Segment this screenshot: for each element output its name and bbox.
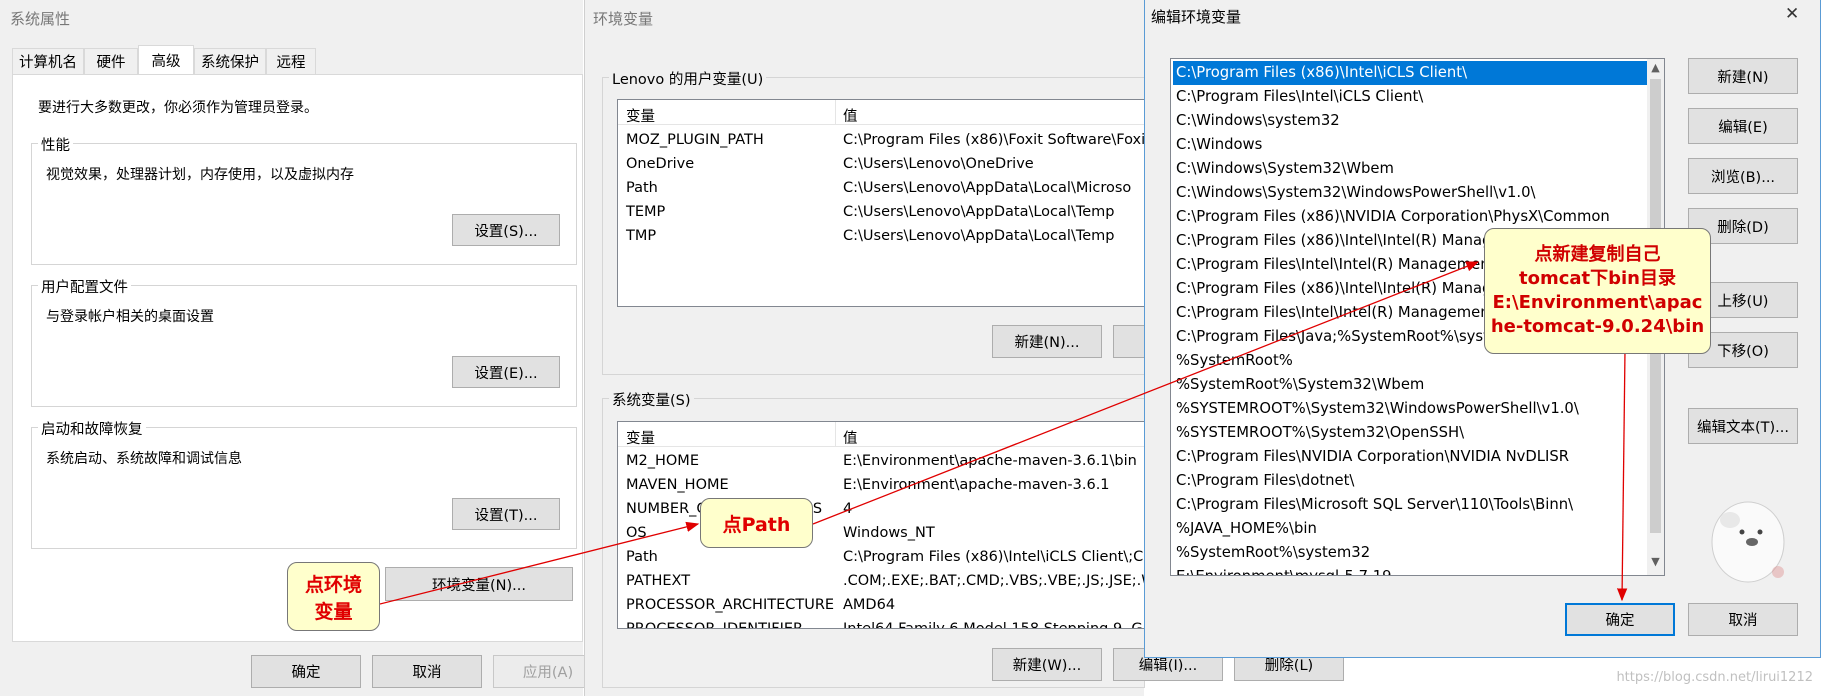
performance-desc: 视觉效果，处理器计划，内存使用，以及虚拟内存 [46,167,354,183]
path-entry[interactable]: %SystemRoot%\system32 [1173,541,1650,565]
user-new-button[interactable]: 新建(N)... [992,325,1102,358]
path-entry[interactable]: %SYSTEMROOT%\System32\OpenSSH\ [1173,421,1650,445]
path-entry[interactable]: C:\Windows\System32\Wbem [1173,157,1650,181]
user-profile-label: 用户配置文件 [38,276,131,297]
startup-recovery-group: 启动和故障恢复 系统启动、系统故障和调试信息 设置(T)... [31,418,577,549]
edit-cancel-button[interactable]: 取消 [1688,603,1798,636]
user-variables-label: Lenovo 的用户变量(U) [609,68,767,89]
system-row-m2-home[interactable]: M2_HOME E:\Environment\apache-maven-3.6.1… [618,450,1144,474]
bear-mascot-icon [1711,501,1785,583]
system-variables-list[interactable]: 变量 值 M2_HOME E:\Environment\apache-maven-… [617,421,1145,629]
tab-computer-name[interactable]: 计算机名 [12,48,84,74]
path-entry[interactable]: %SYSTEMROOT%\System32\WindowsPowerShell\… [1173,397,1650,421]
tab-advanced[interactable]: 高级 [138,45,194,75]
user-profile-desc: 与登录帐户相关的桌面设置 [46,309,214,325]
edit-text-button[interactable]: 编辑文本(T)... [1688,408,1798,444]
path-entry[interactable]: C:\Program Files\NVIDIA Corporation\NVID… [1173,445,1650,469]
path-entry[interactable]: C:\Program Files\Microsoft SQL Server\11… [1173,493,1650,517]
system-col-variable[interactable]: 变量 [626,427,655,448]
system-row-os[interactable]: OS Windows_NT [618,522,1144,546]
startup-recovery-desc: 系统启动、系统故障和调试信息 [46,451,242,467]
ok-button[interactable]: 确定 [251,655,361,688]
system-list-header: 变量 值 [618,422,1144,447]
system-row-processor-identifier[interactable]: PROCESSOR_IDENTIFIER Intel64 Family 6 Mod… [618,618,1144,628]
system-row-number-of-processors[interactable]: NUMBER_OF_PROCESSORS4 [618,498,1144,522]
path-entry[interactable]: E:\Environment\mysql-5.7.19 [1173,565,1650,575]
path-entry[interactable]: C:\Windows [1173,133,1650,157]
user-profile-settings-button[interactable]: 设置(E)... [452,356,560,388]
edit-env-title: 编辑环境变量 [1151,8,1242,26]
scroll-up-icon[interactable]: ▲ [1647,61,1664,74]
path-entry[interactable]: C:\Program Files\dotnet\ [1173,469,1650,493]
callout-new-tomcat-bin: 点新建复制自己 tomcat下bin目录 E:\Environment\apac… [1484,228,1711,354]
watermark: https://blog.csdn.net/lirui1212 [1616,670,1813,685]
path-entry[interactable]: C:\Program Files (x86)\Intel\iCLS Client… [1173,61,1650,85]
path-entry[interactable]: %SystemRoot%\System32\Wbem [1173,373,1650,397]
path-edit-button[interactable]: 编辑(E) [1688,108,1798,144]
path-browse-button[interactable]: 浏览(B)... [1688,158,1798,194]
callout-env-variables: 点环境 变量 [287,562,380,631]
path-entry[interactable]: C:\Windows\System32\WindowsPowerShell\v1… [1173,181,1650,205]
startup-settings-button[interactable]: 设置(T)... [452,498,560,530]
tab-hardware[interactable]: 硬件 [84,48,138,74]
system-row-pathext[interactable]: PATHEXT .COM;.EXE;.BAT;.CMD;.VBS;.VBE;.JS… [618,570,1144,594]
path-entry[interactable]: %JAVA_HOME%\bin [1173,517,1650,541]
column-divider [835,100,836,125]
tab-system-protection[interactable]: 系统保护 [194,48,266,74]
user-row-path[interactable]: Path C:\Users\Lenovo\AppData\Local\Micros… [618,177,1144,201]
close-icon[interactable]: ✕ [1785,4,1799,24]
system-variables-label: 系统变量(S) [609,389,694,410]
user-profile-group: 用户配置文件 与登录帐户相关的桌面设置 设置(E)... [31,276,577,407]
tab-page: 要进行大多数更改，你必须作为管理员登录。 性能 视觉效果，处理器计划，内存使用，… [12,74,583,642]
path-entry[interactable]: C:\Windows\system32 [1173,109,1650,133]
environment-variables-button[interactable]: 环境变量(N)... [385,567,573,601]
callout-path: 点Path [700,498,813,548]
edit-ok-button[interactable]: 确定 [1565,603,1675,636]
admin-note: 要进行大多数更改，你必须作为管理员登录。 [38,100,318,116]
user-col-variable[interactable]: 变量 [626,105,655,126]
environment-variables-window: 环境变量 Lenovo 的用户变量(U) 变量 值 MOZ_PLUGIN_PAT… [584,0,1344,696]
tab-remote[interactable]: 远程 [266,48,316,74]
user-row-temp[interactable]: TEMP C:\Users\Lenovo\AppData\Local\Temp [618,201,1144,225]
system-row-path[interactable]: Path C:\Program Files (x86)\Intel\iCLS Cl… [618,546,1144,570]
user-col-value[interactable]: 值 [843,105,858,126]
cancel-button[interactable]: 取消 [372,655,482,688]
system-new-button[interactable]: 新建(W)... [992,648,1102,681]
user-row-onedrive[interactable]: OneDrive C:\Users\Lenovo\OneDrive [618,153,1144,177]
user-row-tmp[interactable]: TMP C:\Users\Lenovo\AppData\Local\Temp [618,225,1144,249]
system-row-maven-home[interactable]: MAVEN_HOME E:\Environment\apache-maven-3.… [618,474,1144,498]
system-col-value[interactable]: 值 [843,427,858,448]
path-new-button[interactable]: 新建(N) [1688,58,1798,94]
environment-variables-title: 环境变量 [593,10,654,28]
path-entry[interactable]: C:\Program Files (x86)\NVIDIA Corporatio… [1173,205,1650,229]
performance-settings-button[interactable]: 设置(S)... [452,214,560,246]
system-row-processor-architecture[interactable]: PROCESSOR_ARCHITECTURE AMD64 [618,594,1144,618]
column-divider [835,422,836,447]
system-properties-title: 系统属性 [10,10,71,28]
startup-recovery-label: 启动和故障恢复 [38,418,146,439]
user-list-header: 变量 值 [618,100,1144,125]
user-variables-list[interactable]: 变量 值 MOZ_PLUGIN_PATH C:\Program Files (x8… [617,99,1145,307]
path-entry[interactable]: C:\Program Files\Intel\iCLS Client\ [1173,85,1650,109]
performance-label: 性能 [38,134,73,155]
performance-group: 性能 视觉效果，处理器计划，内存使用，以及虚拟内存 设置(S)... [31,134,577,265]
user-row-moz-plugin-path[interactable]: MOZ_PLUGIN_PATH C:\Program Files (x86)\Fo… [618,129,1144,153]
scroll-down-icon[interactable]: ▼ [1647,555,1664,568]
